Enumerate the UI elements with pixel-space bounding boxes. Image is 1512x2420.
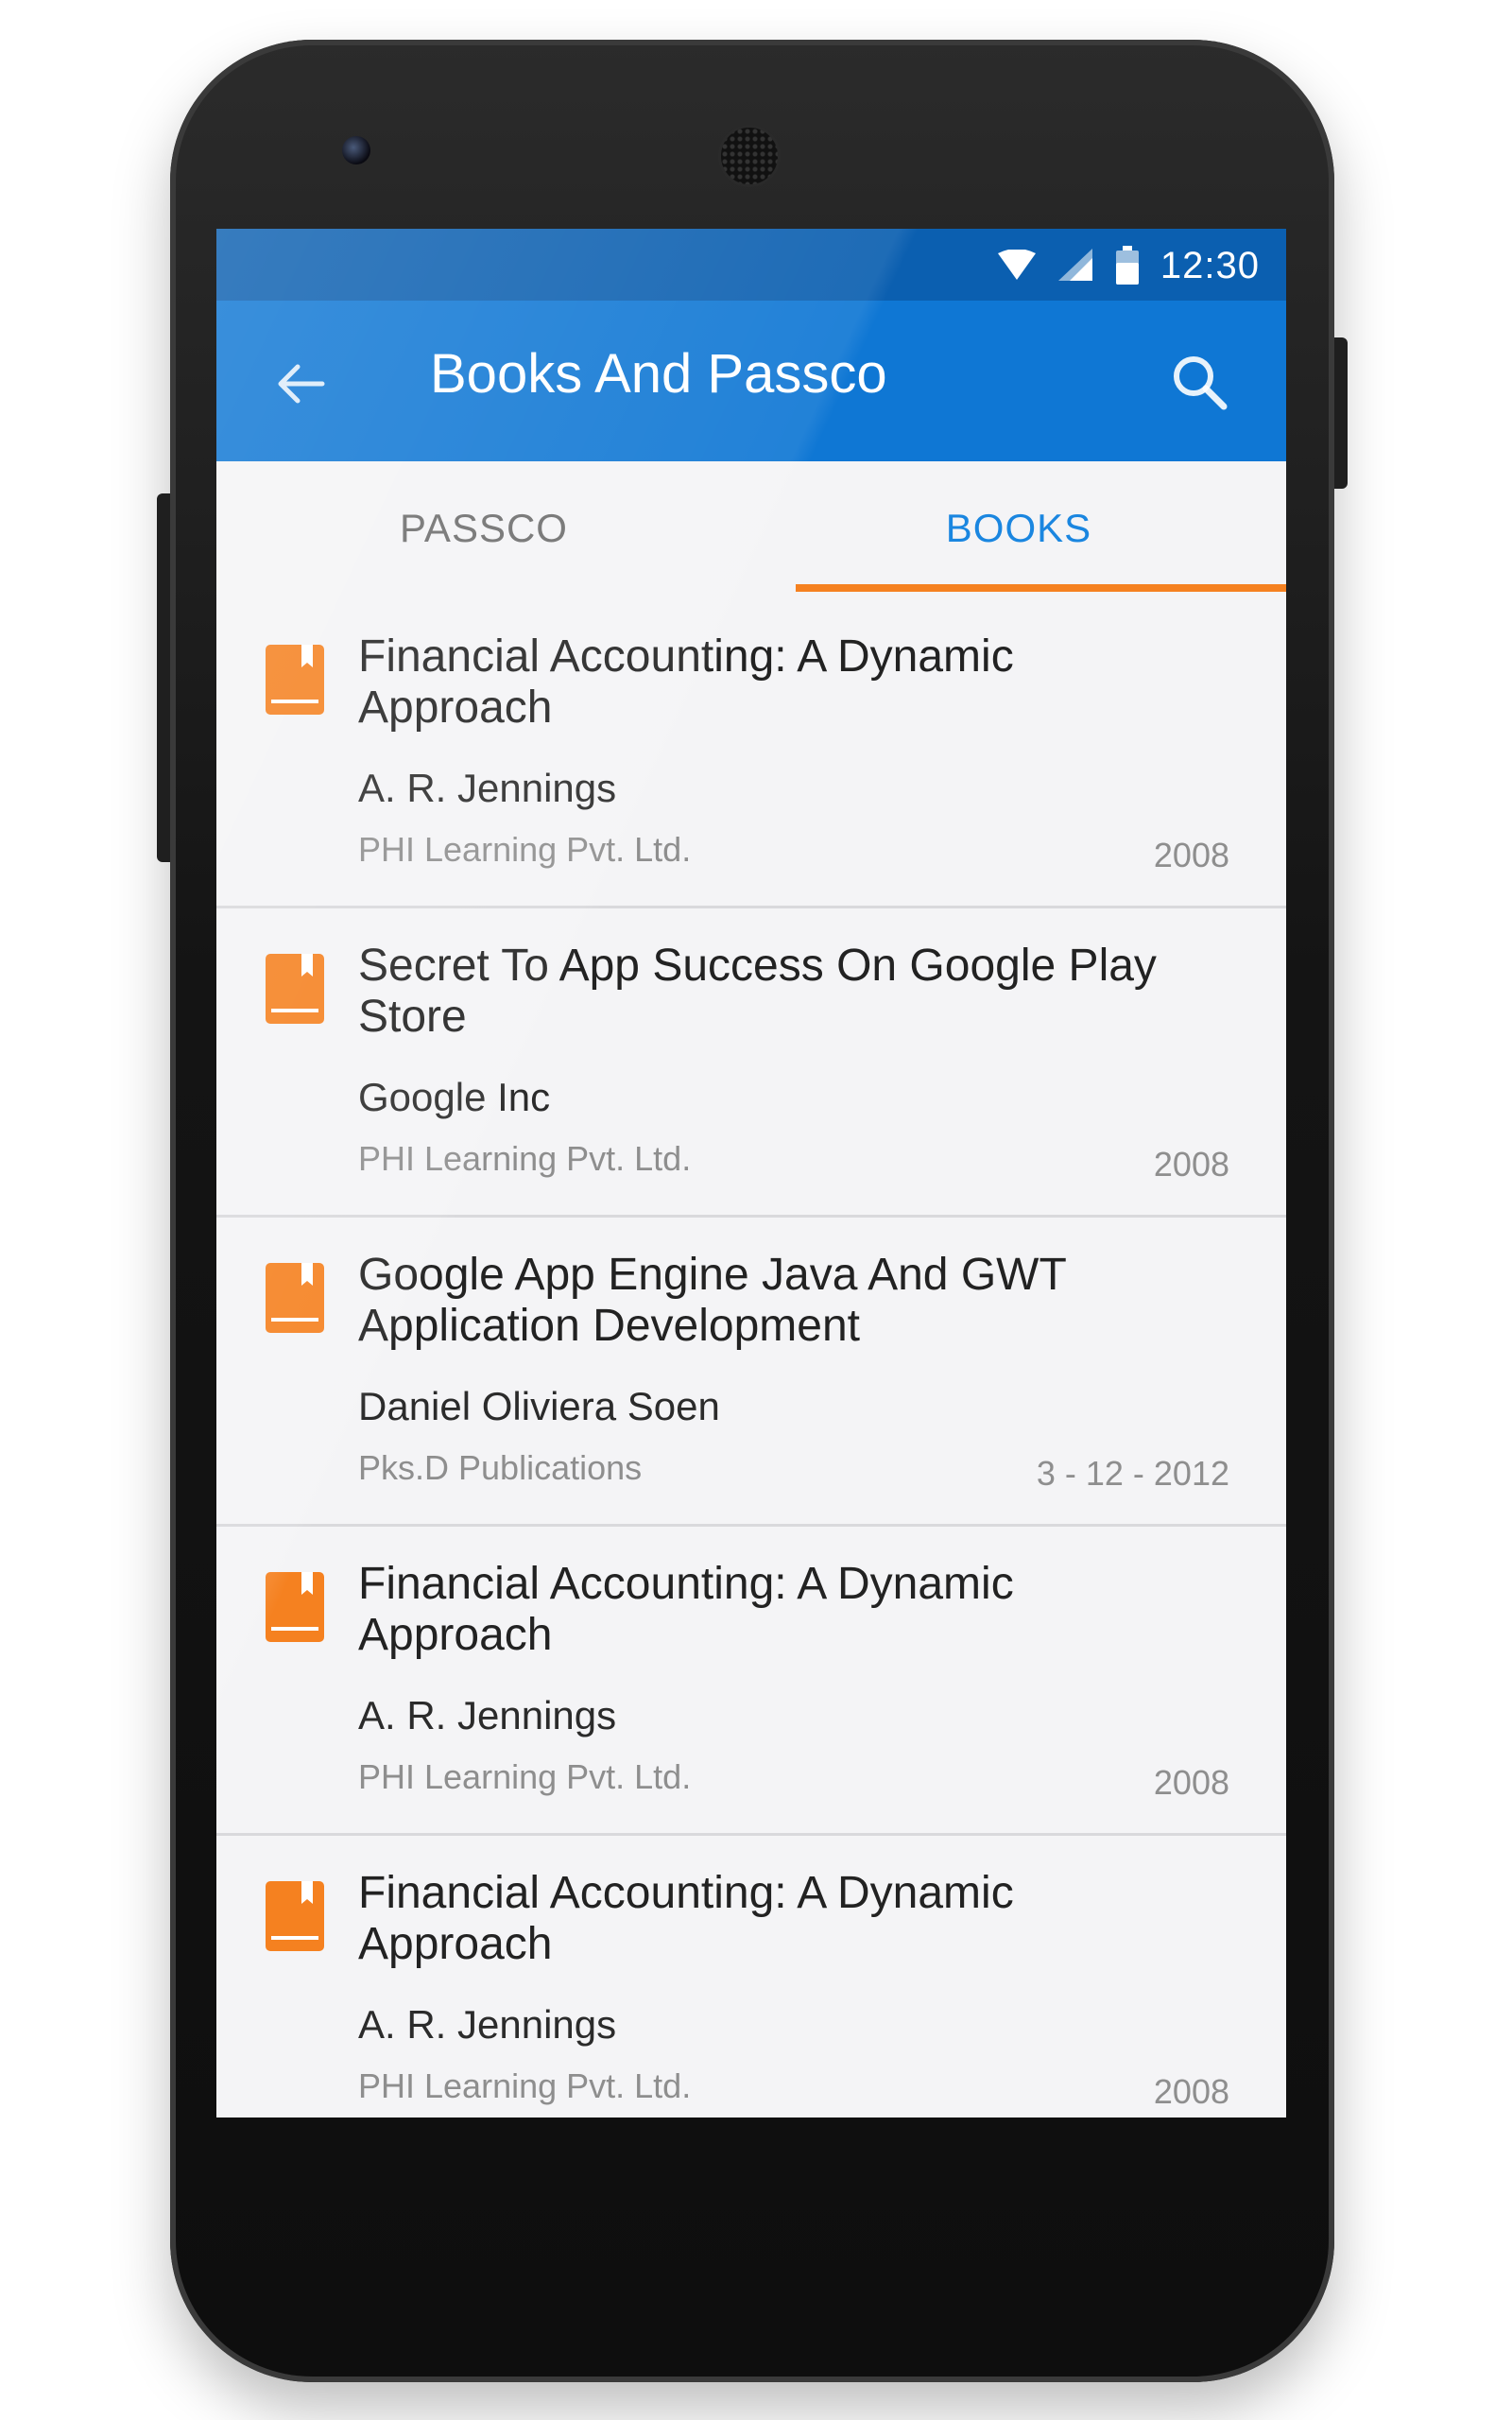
book-icon: [266, 1881, 324, 1951]
book-publisher: PHI Learning Pvt. Ltd.: [358, 1139, 692, 1178]
book-title: Financial Accounting: A Dynamic Approach: [358, 1559, 1014, 1660]
battery-icon: [1115, 246, 1140, 285]
book-date: 2008: [1153, 836, 1229, 874]
book-list: Financial Accounting: A Dynamic Approach…: [216, 599, 1286, 2118]
book-author: A. R. Jennings: [358, 1693, 617, 1737]
list-item[interactable]: Secret To App Success On Google Play Sto…: [216, 908, 1286, 1218]
list-item[interactable]: Google App Engine Java And GWT Applicati…: [216, 1218, 1286, 1527]
book-author: A. R. Jennings: [358, 766, 617, 810]
app-bar: Books And Passco: [216, 301, 1286, 461]
status-bar: 12:30: [216, 229, 1286, 301]
book-publisher: PHI Learning Pvt. Ltd.: [358, 2066, 692, 2105]
book-title: Financial Accounting: A Dynamic Approach: [358, 1868, 1014, 1969]
front-camera: [342, 136, 370, 164]
app-screen: 12:30 Books And Passco PASSCO BOOKS Fina…: [216, 229, 1286, 2118]
book-date: 3 - 12 - 2012: [1036, 1454, 1229, 1493]
wifi-icon: [997, 250, 1036, 282]
clock: 12:30: [1160, 244, 1260, 286]
book-icon: [266, 954, 324, 1024]
list-item[interactable]: Financial Accounting: A Dynamic Approach…: [216, 599, 1286, 908]
book-publisher: PHI Learning Pvt. Ltd.: [358, 830, 692, 869]
book-icon: [266, 645, 324, 715]
tab-passco[interactable]: PASSCO: [216, 461, 751, 599]
list-item[interactable]: Financial Accounting: A Dynamic Approach…: [216, 1836, 1286, 2118]
power-button: [1334, 337, 1348, 489]
earpiece-speaker: [718, 125, 781, 187]
tab-books[interactable]: BOOKS: [751, 461, 1286, 599]
book-icon: [266, 1572, 324, 1642]
book-icon: [266, 1263, 324, 1333]
book-author: Daniel Oliviera Soen: [358, 1384, 720, 1428]
book-date: 2008: [1153, 1763, 1229, 1802]
book-title: Secret To App Success On Google Play Sto…: [358, 941, 1157, 1042]
back-arrow-icon[interactable]: [273, 355, 330, 412]
list-item[interactable]: Financial Accounting: A Dynamic Approach…: [216, 1527, 1286, 1836]
volume-button: [157, 493, 170, 862]
selected-tab-indicator: [796, 584, 1286, 592]
book-date: 2008: [1153, 1145, 1229, 1184]
book-publisher: PHI Learning Pvt. Ltd.: [358, 1757, 692, 1796]
book-title: Financial Accounting: A Dynamic Approach: [358, 631, 1014, 733]
book-author: A. R. Jennings: [358, 2002, 617, 2047]
cellular-signal-icon: [1057, 249, 1094, 283]
book-title: Google App Engine Java And GWT Applicati…: [358, 1250, 1066, 1351]
page-title: Books And Passco: [430, 343, 887, 405]
book-publisher: Pks.D Publications: [358, 1448, 643, 1487]
search-icon[interactable]: [1169, 352, 1229, 412]
tab-bar: PASSCO BOOKS: [216, 461, 1286, 599]
book-author: Google Inc: [358, 1075, 551, 1119]
book-date: 2008: [1153, 2072, 1229, 2111]
